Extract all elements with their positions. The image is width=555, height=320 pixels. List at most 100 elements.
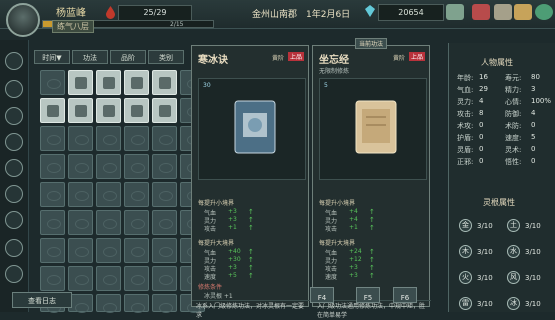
- inventory-slot[interactable]: [152, 266, 177, 291]
- inventory-slot[interactable]: [124, 126, 149, 151]
- attribute-value: 0: [531, 157, 536, 165]
- inventory-slot-item[interactable]: [152, 70, 177, 95]
- filter-technique[interactable]: 功法: [72, 50, 108, 64]
- inventory-slot[interactable]: [152, 126, 177, 151]
- inventory-slot[interactable]: [152, 182, 177, 207]
- inventory-slot[interactable]: [96, 126, 121, 151]
- attribute-label: 悟性:: [505, 158, 522, 166]
- potion-icon[interactable]: [472, 4, 490, 20]
- inventory-slot[interactable]: [152, 210, 177, 235]
- stat-value: +12: [349, 256, 362, 263]
- side-button-9[interactable]: [5, 265, 23, 283]
- attribute-value: 8: [479, 109, 484, 117]
- settings-icon[interactable]: [535, 4, 553, 20]
- attribute-label: 护盾:: [457, 134, 474, 142]
- side-button-8[interactable]: [5, 239, 23, 257]
- section-small-realm: 每提升小境界: [319, 200, 356, 207]
- divider: [192, 300, 310, 301]
- side-button-2[interactable]: [5, 80, 23, 98]
- inventory-slot[interactable]: [96, 294, 121, 313]
- inventory-slot[interactable]: [40, 70, 65, 95]
- inventory-slot-item[interactable]: [68, 98, 93, 123]
- book-icon[interactable]: [514, 4, 532, 20]
- inventory-slot-item[interactable]: [68, 70, 93, 95]
- scroll-icon[interactable]: [494, 4, 512, 20]
- attribute-label: 防御:: [505, 110, 522, 118]
- inventory-slot[interactable]: [96, 182, 121, 207]
- attributes-title: 人物属性: [481, 58, 513, 67]
- attribute-label: 速度:: [505, 134, 522, 142]
- inventory-slot[interactable]: [40, 266, 65, 291]
- avatar[interactable]: [6, 3, 40, 37]
- stat-value: +30: [228, 256, 241, 263]
- filter-time[interactable]: 时间▼: [34, 50, 70, 64]
- inventory-slot-item[interactable]: [96, 98, 121, 123]
- item-description: 冰系入门级修炼功法，对冰灵根有一定要求: [196, 303, 305, 319]
- inventory-slot[interactable]: [96, 266, 121, 291]
- inventory-slot[interactable]: [152, 238, 177, 263]
- inventory-slot[interactable]: [124, 154, 149, 179]
- hotkey-f4[interactable]: F4: [310, 287, 334, 303]
- inventory-slot[interactable]: [68, 126, 93, 151]
- inventory-slot[interactable]: [68, 210, 93, 235]
- increase-arrow-icon: ↑: [369, 248, 375, 256]
- stat-label: 攻击: [325, 226, 338, 233]
- inventory-slot[interactable]: [68, 154, 93, 179]
- inventory-slot-item[interactable]: [124, 98, 149, 123]
- hotkey-f6[interactable]: F6: [393, 287, 417, 303]
- inventory-slot-item[interactable]: [40, 98, 65, 123]
- stat-value: +3: [228, 216, 237, 223]
- side-button-7[interactable]: [5, 211, 23, 229]
- increase-arrow-icon: ↑: [248, 248, 254, 256]
- spirit-stone-counter: 20654: [378, 4, 444, 21]
- inventory-slot[interactable]: [152, 154, 177, 179]
- side-button-4[interactable]: [5, 133, 23, 151]
- inventory-slot[interactable]: [96, 154, 121, 179]
- map-icon[interactable]: [446, 4, 464, 20]
- side-button-5[interactable]: [5, 159, 23, 177]
- location-date: 金州山南郡 1年2月6日: [252, 10, 351, 20]
- increase-arrow-icon: ↑: [248, 264, 254, 272]
- inventory-slot[interactable]: [40, 126, 65, 151]
- inventory-slot[interactable]: [68, 238, 93, 263]
- inventory-slot[interactable]: [96, 210, 121, 235]
- spirit-root-icon: 火: [459, 271, 472, 284]
- item-name: 坐忘经: [319, 55, 349, 66]
- stat-value: +3: [228, 264, 237, 271]
- item-name: 寒冰诀: [198, 55, 228, 66]
- inventory-slot-item[interactable]: [124, 70, 149, 95]
- book-cover-icon: [355, 100, 397, 154]
- side-button-1[interactable]: [5, 52, 23, 70]
- inventory-slot[interactable]: [152, 294, 177, 313]
- view-log-button[interactable]: 查看日志: [12, 292, 72, 308]
- stat-label: 速度: [325, 274, 338, 281]
- hotkey-f5[interactable]: F5: [356, 287, 380, 303]
- inventory-slot[interactable]: [68, 182, 93, 207]
- inventory-slot[interactable]: [40, 238, 65, 263]
- inventory-slot[interactable]: [96, 238, 121, 263]
- inventory-slot[interactable]: [124, 266, 149, 291]
- filter-category[interactable]: 类别: [148, 50, 184, 64]
- attribute-label: 寿元:: [505, 74, 522, 82]
- item-rank: 黄阶: [272, 55, 285, 62]
- stat-value: +3: [349, 264, 358, 271]
- filter-grade[interactable]: 品阶: [110, 50, 146, 64]
- inventory-slot[interactable]: [124, 294, 149, 313]
- inventory-slot-item[interactable]: [96, 70, 121, 95]
- attribute-label: 心情:: [505, 98, 522, 106]
- inventory-slot[interactable]: [40, 182, 65, 207]
- inventory-slot[interactable]: [124, 182, 149, 207]
- stat-value: +4: [349, 208, 358, 215]
- inventory-slot[interactable]: [40, 210, 65, 235]
- side-button-6[interactable]: [5, 185, 23, 203]
- stat-value: +4: [349, 216, 358, 223]
- side-button-3[interactable]: [5, 107, 23, 125]
- inventory-slot[interactable]: [68, 266, 93, 291]
- inventory-slot-item[interactable]: [152, 98, 177, 123]
- inventory-slot[interactable]: [40, 154, 65, 179]
- attribute-value: 0: [479, 133, 484, 141]
- increase-arrow-icon: ↑: [248, 256, 254, 264]
- inventory-slot[interactable]: [124, 210, 149, 235]
- inventory-slot[interactable]: [124, 238, 149, 263]
- attribute-value: 29: [479, 85, 488, 93]
